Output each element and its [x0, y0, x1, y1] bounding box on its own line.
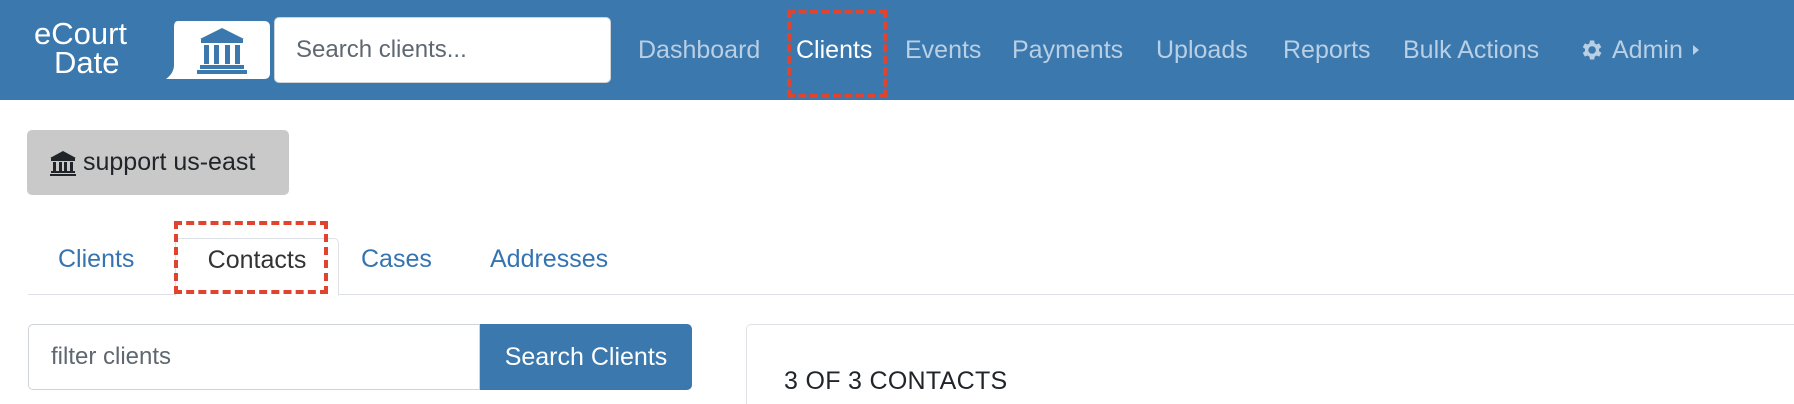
tab-cases[interactable]: Cases	[361, 238, 432, 296]
nav-bulk-actions[interactable]: Bulk Actions	[1403, 34, 1539, 66]
nav-clients[interactable]: Clients	[796, 34, 872, 66]
organization-button[interactable]: support us-east	[27, 130, 289, 195]
brand-line-1: eCourt	[34, 16, 128, 51]
nav-admin-menu[interactable]: Admin	[1578, 34, 1701, 66]
caret-right-icon	[1692, 45, 1699, 55]
organization-label: support us-east	[83, 148, 256, 176]
contacts-results-card: 3 OF 3 CONTACTS	[746, 324, 1794, 404]
nav-payments[interactable]: Payments	[1012, 34, 1123, 66]
nav-uploads[interactable]: Uploads	[1156, 34, 1248, 66]
nav-reports[interactable]: Reports	[1283, 34, 1371, 66]
courthouse-speech-bubble-icon	[166, 21, 270, 79]
tab-clients[interactable]: Clients	[58, 238, 134, 296]
courthouse-icon	[50, 150, 76, 176]
brand-logo[interactable]: eCourt Date	[34, 16, 270, 83]
client-tabs: Clients Contacts Cases Addresses	[28, 220, 1794, 296]
nav-admin-label: Admin	[1612, 36, 1683, 64]
search-clients-button[interactable]: Search Clients	[480, 324, 692, 390]
nav-events[interactable]: Events	[905, 34, 981, 66]
client-search-input[interactable]	[275, 18, 610, 82]
gear-icon	[1582, 40, 1602, 60]
nav-dashboard[interactable]: Dashboard	[638, 34, 760, 66]
top-navbar: eCourt Date Dashboard Clients Events Pay…	[0, 0, 1794, 100]
contacts-count: 3 OF 3 CONTACTS	[784, 367, 1008, 395]
tab-contacts[interactable]: Contacts	[175, 238, 339, 296]
filter-field[interactable]	[28, 324, 480, 390]
brand-name: eCourt Date	[34, 16, 128, 80]
client-search-field[interactable]	[274, 17, 611, 83]
brand-line-2: Date	[54, 45, 120, 80]
filter-clients-input[interactable]	[29, 325, 479, 389]
filter-group: Search Clients	[28, 324, 692, 390]
tab-addresses[interactable]: Addresses	[490, 238, 608, 296]
